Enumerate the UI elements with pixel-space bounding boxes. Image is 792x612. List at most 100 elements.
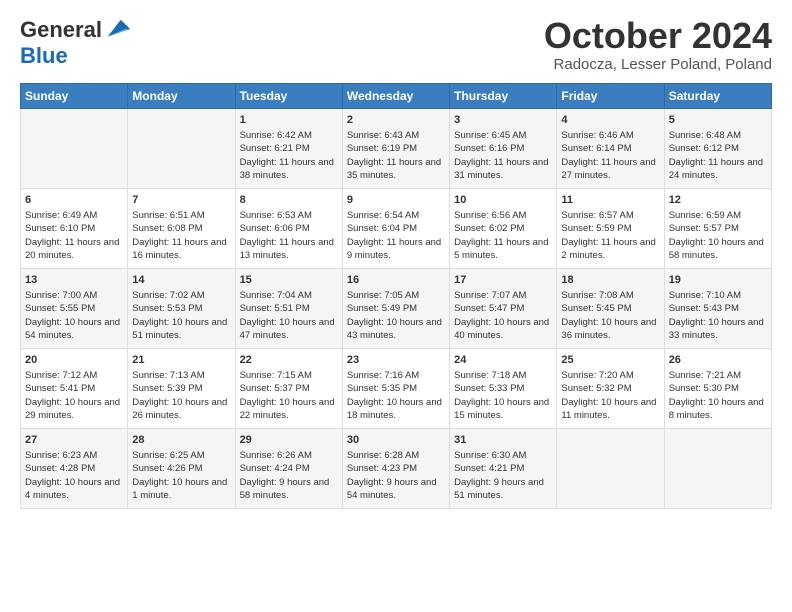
cell-content-line: Daylight: 10 hours and 8 minutes.: [669, 396, 767, 423]
calendar-cell: 27Sunrise: 6:23 AMSunset: 4:28 PMDayligh…: [21, 428, 128, 508]
calendar-cell: 5Sunrise: 6:48 AMSunset: 6:12 PMDaylight…: [664, 108, 771, 188]
title-block: October 2024 Radocza, Lesser Poland, Pol…: [544, 16, 772, 73]
cell-content-line: Sunrise: 7:08 AM: [561, 289, 659, 302]
header: General Blue October 2024 Radocza, Lesse…: [20, 16, 772, 73]
cell-content-line: Daylight: 9 hours and 58 minutes.: [240, 476, 338, 503]
cell-content-line: Sunset: 5:41 PM: [25, 382, 123, 395]
day-number: 10: [454, 193, 552, 208]
cell-content-line: Daylight: 10 hours and 4 minutes.: [25, 476, 123, 503]
day-number: 1: [240, 113, 338, 128]
day-number: 25: [561, 353, 659, 368]
cell-content-line: Daylight: 11 hours and 5 minutes.: [454, 236, 552, 263]
day-number: 5: [669, 113, 767, 128]
cell-content-line: Daylight: 10 hours and 58 minutes.: [669, 236, 767, 263]
cell-content-line: Daylight: 10 hours and 43 minutes.: [347, 316, 445, 343]
cell-content-line: Sunset: 5:53 PM: [132, 302, 230, 315]
cell-content-line: Sunset: 6:14 PM: [561, 142, 659, 155]
day-number: 13: [25, 273, 123, 288]
logo-blue: Blue: [20, 43, 68, 68]
cell-content-line: Sunrise: 7:13 AM: [132, 369, 230, 382]
location-subtitle: Radocza, Lesser Poland, Poland: [544, 56, 772, 73]
cell-content-line: Sunset: 5:35 PM: [347, 382, 445, 395]
cell-content-line: Sunrise: 7:00 AM: [25, 289, 123, 302]
cell-content-line: Sunrise: 6:42 AM: [240, 129, 338, 142]
calendar-table: SundayMondayTuesdayWednesdayThursdayFrid…: [20, 83, 772, 509]
day-number: 24: [454, 353, 552, 368]
cell-content-line: Sunrise: 6:56 AM: [454, 209, 552, 222]
cell-content-line: Sunset: 5:37 PM: [240, 382, 338, 395]
logo: General Blue: [20, 16, 132, 68]
week-row: 27Sunrise: 6:23 AMSunset: 4:28 PMDayligh…: [21, 428, 772, 508]
cell-content-line: Sunrise: 7:15 AM: [240, 369, 338, 382]
cell-content-line: Sunset: 6:06 PM: [240, 222, 338, 235]
cell-content-line: Sunset: 5:39 PM: [132, 382, 230, 395]
calendar-cell: 13Sunrise: 7:00 AMSunset: 5:55 PMDayligh…: [21, 268, 128, 348]
cell-content-line: Sunset: 5:55 PM: [25, 302, 123, 315]
logo-general: General: [20, 18, 102, 42]
day-number: 21: [132, 353, 230, 368]
cell-content-line: Sunrise: 6:59 AM: [669, 209, 767, 222]
cell-content-line: Sunrise: 6:28 AM: [347, 449, 445, 462]
cell-content-line: Sunset: 5:45 PM: [561, 302, 659, 315]
calendar-cell: 20Sunrise: 7:12 AMSunset: 5:41 PMDayligh…: [21, 348, 128, 428]
calendar-cell: 8Sunrise: 6:53 AMSunset: 6:06 PMDaylight…: [235, 188, 342, 268]
day-number: 4: [561, 113, 659, 128]
calendar-cell: [664, 428, 771, 508]
cell-content-line: Sunset: 6:12 PM: [669, 142, 767, 155]
cell-content-line: Sunrise: 7:02 AM: [132, 289, 230, 302]
week-row: 1Sunrise: 6:42 AMSunset: 6:21 PM Daylight…: [21, 108, 772, 188]
cell-content-line: Daylight: 11 hours and 27 minutes.: [561, 156, 659, 183]
month-title: October 2024: [544, 16, 772, 56]
calendar-cell: 29Sunrise: 6:26 AMSunset: 4:24 PMDayligh…: [235, 428, 342, 508]
day-number: 2: [347, 113, 445, 128]
week-row: 13Sunrise: 7:00 AMSunset: 5:55 PMDayligh…: [21, 268, 772, 348]
calendar-cell: 10Sunrise: 6:56 AMSunset: 6:02 PMDayligh…: [450, 188, 557, 268]
day-header: Thursday: [450, 83, 557, 108]
calendar-cell: 9Sunrise: 6:54 AMSunset: 6:04 PMDaylight…: [342, 188, 449, 268]
cell-content-line: Sunset: 6:10 PM: [25, 222, 123, 235]
cell-content-line: Daylight: 10 hours and 26 minutes.: [132, 396, 230, 423]
day-header: Sunday: [21, 83, 128, 108]
cell-content-line: Daylight: 10 hours and 36 minutes.: [561, 316, 659, 343]
cell-content-line: Sunrise: 7:10 AM: [669, 289, 767, 302]
cell-content-line: Sunrise: 7:05 AM: [347, 289, 445, 302]
cell-content-line: Sunset: 5:47 PM: [454, 302, 552, 315]
day-number: 31: [454, 433, 552, 448]
calendar-cell: 25Sunrise: 7:20 AMSunset: 5:32 PMDayligh…: [557, 348, 664, 428]
cell-content-line: Sunset: 6:21 PM: [240, 142, 338, 155]
cell-content-line: Sunrise: 7:12 AM: [25, 369, 123, 382]
cell-content-line: Sunset: 6:02 PM: [454, 222, 552, 235]
cell-content-line: Sunrise: 7:04 AM: [240, 289, 338, 302]
cell-content-line: Sunset: 5:59 PM: [561, 222, 659, 235]
cell-content-line: Sunrise: 7:21 AM: [669, 369, 767, 382]
day-number: 3: [454, 113, 552, 128]
cell-content-line: Sunrise: 6:46 AM: [561, 129, 659, 142]
cell-content-line: Sunset: 5:32 PM: [561, 382, 659, 395]
calendar-cell: [21, 108, 128, 188]
cell-content-line: Daylight: 10 hours and 22 minutes.: [240, 396, 338, 423]
cell-content-line: Sunrise: 6:23 AM: [25, 449, 123, 462]
calendar-cell: 12Sunrise: 6:59 AMSunset: 5:57 PMDayligh…: [664, 188, 771, 268]
calendar-cell: 28Sunrise: 6:25 AMSunset: 4:26 PMDayligh…: [128, 428, 235, 508]
day-number: 14: [132, 273, 230, 288]
cell-content-line: Sunrise: 7:07 AM: [454, 289, 552, 302]
day-number: 28: [132, 433, 230, 448]
header-row: SundayMondayTuesdayWednesdayThursdayFrid…: [21, 83, 772, 108]
cell-content-line: Sunset: 5:57 PM: [669, 222, 767, 235]
cell-content-line: Sunrise: 6:48 AM: [669, 129, 767, 142]
cell-content-line: Sunset: 5:43 PM: [669, 302, 767, 315]
cell-content-line: Sunrise: 6:54 AM: [347, 209, 445, 222]
cell-content-line: Sunset: 5:49 PM: [347, 302, 445, 315]
day-header: Tuesday: [235, 83, 342, 108]
cell-content-line: Sunrise: 6:51 AM: [132, 209, 230, 222]
calendar-cell: 14Sunrise: 7:02 AMSunset: 5:53 PMDayligh…: [128, 268, 235, 348]
calendar-cell: [557, 428, 664, 508]
cell-content-line: Daylight: 10 hours and 1 minute.: [132, 476, 230, 503]
cell-content-line: Daylight: 10 hours and 11 minutes.: [561, 396, 659, 423]
cell-content-line: Daylight: 10 hours and 51 minutes.: [132, 316, 230, 343]
day-number: 12: [669, 193, 767, 208]
cell-content-line: Daylight: 10 hours and 54 minutes.: [25, 316, 123, 343]
cell-content-line: Daylight: 11 hours and 31 minutes.: [454, 156, 552, 183]
cell-content-line: Daylight: 11 hours and 20 minutes.: [25, 236, 123, 263]
calendar-cell: 26Sunrise: 7:21 AMSunset: 5:30 PMDayligh…: [664, 348, 771, 428]
